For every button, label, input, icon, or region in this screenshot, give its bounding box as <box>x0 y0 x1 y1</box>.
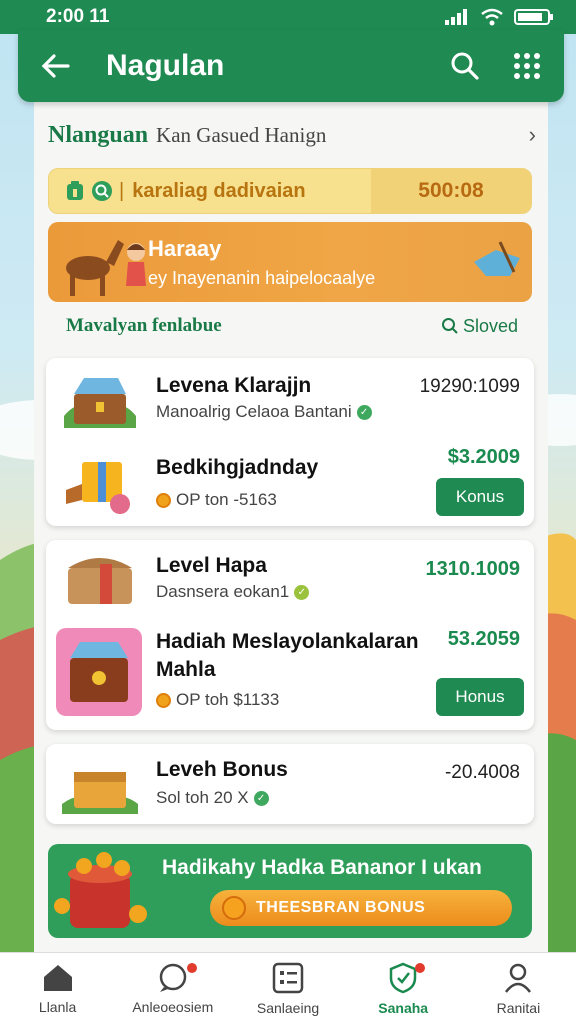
claim-bonus-label: THEESBRAN BONUS <box>256 899 426 916</box>
claim-bonus-button[interactable]: THEESBRAN BONUS <box>210 890 512 926</box>
treasure-chest-icon <box>64 378 136 428</box>
sort-label: Sloved <box>462 315 518 336</box>
back-arrow-icon[interactable] <box>40 54 70 78</box>
golden-chest-icon <box>62 772 138 814</box>
row-title: Leveh Bonus <box>156 758 288 781</box>
gift-box-icon <box>66 462 130 514</box>
signal-icon <box>445 9 467 25</box>
leaf-icon: ✓ <box>356 404 372 420</box>
reward-card-1: Levena Klarajjn Manoalrig Celaoa Bantani… <box>46 358 534 526</box>
search-circle-icon <box>92 181 112 201</box>
chevron-right-icon: › <box>528 122 536 147</box>
nav-item-profile[interactable]: Ranitai <box>461 953 576 1024</box>
promo-map-icon <box>474 241 520 276</box>
row-value: 53.2059 <box>447 628 520 650</box>
row-subtitle: Manoalrig Celaoa Bantani ✓ <box>156 402 372 422</box>
row-value: $3.2009 <box>447 446 520 468</box>
notification-badge <box>186 963 197 973</box>
reward-card-3: Leveh Bonus Sol toh 20 X ✓ -20.4008 <box>46 744 534 824</box>
row-subtitle-text: Dasnsera eokan1 <box>156 582 290 601</box>
page-title: Nagulan <box>106 49 225 82</box>
wooden-chest-icon <box>68 558 132 604</box>
chat-icon <box>159 963 187 992</box>
row-title: Hadiah Meslayolankalaran Mahla <box>156 630 419 681</box>
row-subtitle-text: OP toh $1133 <box>176 690 280 709</box>
nav-label: Ranitai <box>496 999 541 1016</box>
app-bar: Nagulan <box>18 30 564 102</box>
row-title: Level Hapa <box>156 554 267 577</box>
sort-button[interactable]: Sloved <box>441 316 518 337</box>
promo-illustration <box>48 222 148 302</box>
person-icon <box>505 963 532 993</box>
battery-icon <box>514 9 553 25</box>
promo-subtitle: ey Inayenanin haipelocaalye <box>148 267 376 288</box>
list-icon <box>272 962 304 993</box>
nav-label: Sanlaeing <box>256 999 320 1016</box>
nav-label: Anleoeosiem <box>132 998 214 1015</box>
row-value: 1310.1009 <box>425 558 520 580</box>
coin-icon <box>222 896 246 920</box>
nav-item-chat[interactable]: Anleoeosiem <box>115 953 230 1024</box>
leaf-icon: ✓ <box>253 790 269 806</box>
row-subtitle: OP toh $1133 <box>156 690 279 710</box>
coin-pot-icon <box>54 852 147 928</box>
list-item[interactable]: Leveh Bonus Sol toh 20 X ✓ -20.4008 <box>46 744 534 824</box>
horse-girl-icon <box>66 240 146 296</box>
search-icon[interactable] <box>450 51 480 81</box>
wifi-icon <box>481 8 503 26</box>
coin-icon <box>156 492 171 508</box>
wallet-icon <box>67 181 83 200</box>
section-header: Mavalyan fenlabue Sloved <box>66 312 518 340</box>
bonus-headline: Hadikahy Hadka Bananor I ukan <box>162 856 482 879</box>
nav-item-home[interactable]: Llanla <box>0 953 115 1024</box>
status-bar: 2:00 11 <box>0 0 576 34</box>
search-small-icon <box>441 318 458 334</box>
search-strip[interactable]: | karaliag dadivaian 500:08 <box>48 168 532 214</box>
nav-label: Llanla <box>38 998 77 1015</box>
breadcrumb[interactable]: Nlanguan Kan Gasued Hanign › <box>48 116 536 154</box>
home-icon <box>43 964 72 991</box>
list-item[interactable]: Level Hapa Dasnsera eokan1 ✓ 1310.1009 <box>46 540 534 618</box>
row-value: -20.4008 <box>444 762 520 783</box>
breadcrumb-sub: Kan Gasued Hanign <box>156 122 327 147</box>
bonus-banner[interactable]: Hadikahy Hadka Bananor I ukan THEESBRAN … <box>48 844 532 938</box>
row-subtitle-text: OP ton -5163 <box>176 490 277 509</box>
reward-card-2: Level Hapa Dasnsera eokan1 ✓ 1310.1009 H… <box>46 540 534 730</box>
mystery-chest-icon <box>56 628 142 716</box>
promo-title: Haraay <box>148 235 222 261</box>
row-title: Bedkihgjadnday <box>156 456 319 479</box>
status-icons <box>444 8 554 26</box>
grid-menu-icon[interactable] <box>512 51 542 81</box>
row-title: Levena Klarajjn <box>156 374 312 397</box>
section-label: Mavalyan fenlabue <box>66 315 222 336</box>
notification-badge <box>414 963 425 973</box>
nav-label: Sanaha <box>378 999 429 1016</box>
bonus-button[interactable]: Konus <box>436 478 524 516</box>
status-time: 2:00 11 <box>46 6 110 27</box>
row-subtitle: OP ton -5163 <box>156 490 277 510</box>
list-item[interactable]: Hadiah Meslayolankalaran Mahla OP toh $1… <box>46 618 534 730</box>
bottom-nav: Llanla Anleoeosiem Sanlaeing Sanaha Rani… <box>0 952 576 1024</box>
row-subtitle-text: Manoalrig Celaoa Bantani <box>156 402 352 421</box>
coin-icon <box>156 692 171 708</box>
promo-banner[interactable]: Haraay ey Inayenanin haipelocaalye <box>48 222 532 302</box>
row-subtitle-text: Sol toh 20 X <box>156 788 249 807</box>
list-item[interactable]: Bedkihgjadnday OP ton -5163 $3.2009 Konu… <box>46 442 534 526</box>
nav-item-list[interactable]: Sanlaeing <box>230 953 345 1024</box>
row-value: 19290:1099 <box>419 376 520 397</box>
leaf-icon: ✓ <box>294 584 310 600</box>
list-item[interactable]: Levena Klarajjn Manoalrig Celaoa Bantani… <box>46 358 534 442</box>
breadcrumb-main: Nlanguan <box>48 121 149 148</box>
row-subtitle: Dasnsera eokan1 ✓ <box>156 582 310 602</box>
row-subtitle: Sol toh 20 X ✓ <box>156 788 269 808</box>
nav-item-shield[interactable]: Sanaha <box>346 953 461 1024</box>
search-strip-count: 500:08 <box>371 169 531 213</box>
search-strip-text: karaliag dadivaian <box>132 179 306 202</box>
bonus-button[interactable]: Honus <box>436 678 524 716</box>
